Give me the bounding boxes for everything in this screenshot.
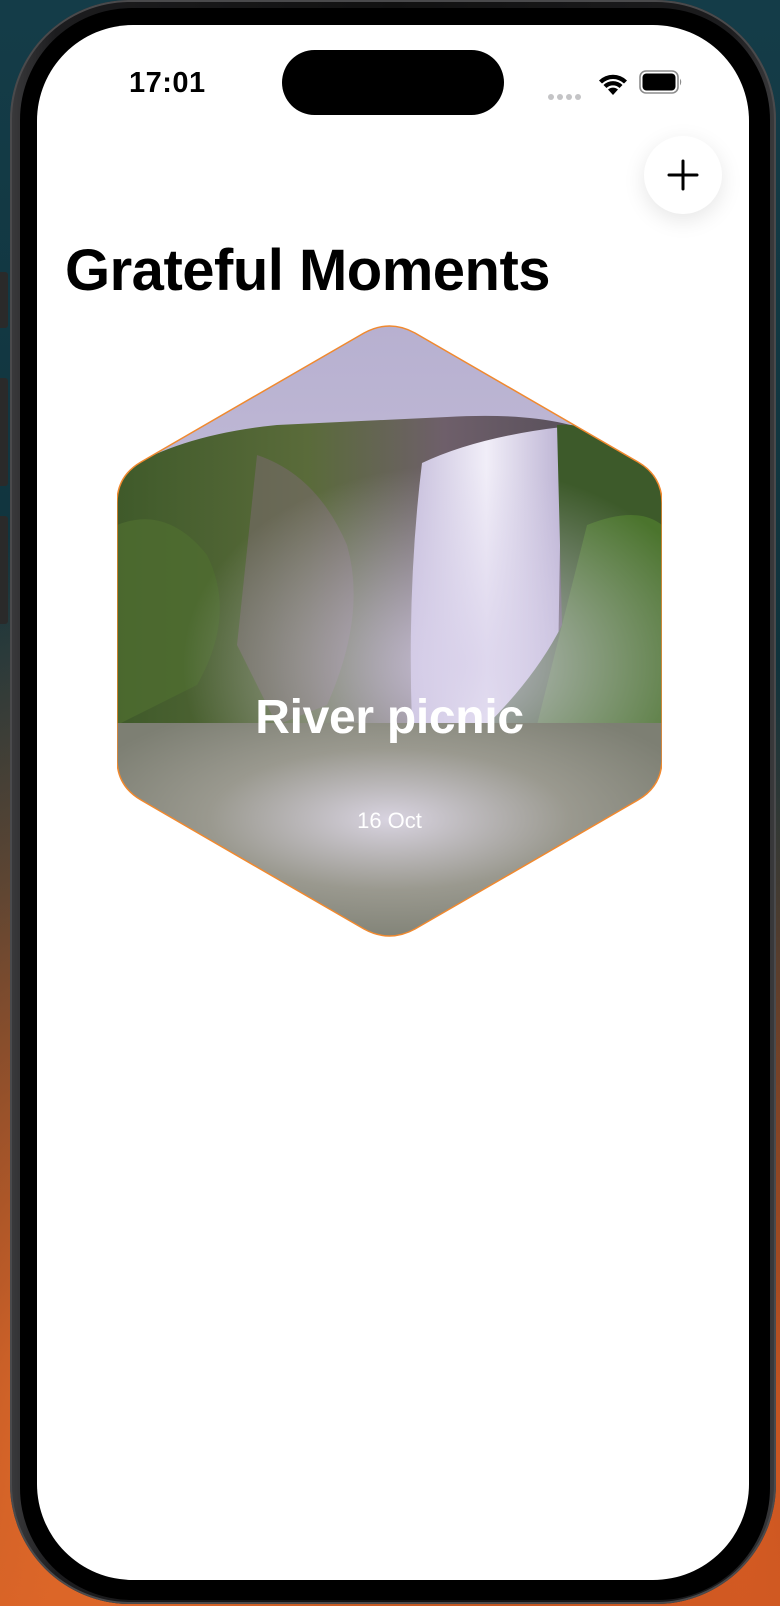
moment-card[interactable] [116,325,663,937]
cellular-signal-icon [548,87,588,100]
battery-icon [639,70,682,94]
app-screen: 17:01 Grateful Moments [37,25,749,1580]
home-indicator [267,1553,519,1561]
status-time: 17:01 [129,67,206,99]
moment-date: 16 Oct [357,808,422,833]
volume-down-button [0,516,8,624]
wifi-icon [599,74,627,95]
plus-icon [667,159,699,191]
volume-up-button [0,378,8,486]
add-moment-button[interactable] [644,136,722,214]
page-title: Grateful Moments [65,238,551,303]
dynamic-island [282,50,504,115]
mute-switch [0,272,8,328]
moment-title: River picnic [255,691,524,744]
moment-card-image [116,325,663,937]
